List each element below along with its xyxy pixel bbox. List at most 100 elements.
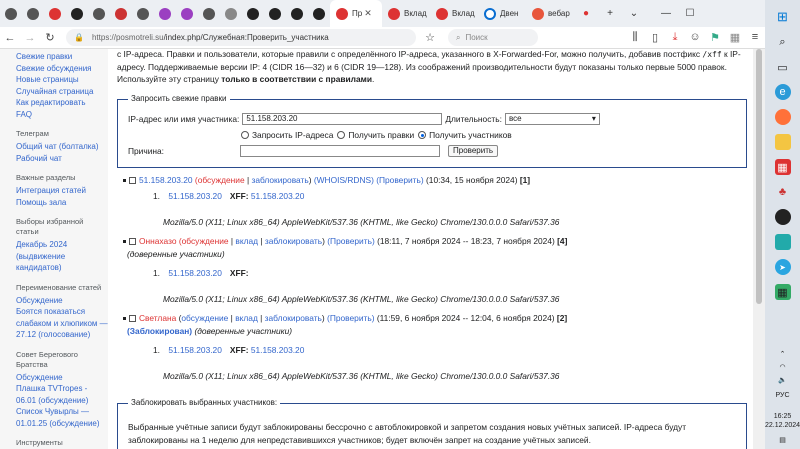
pinned-tab[interactable] (242, 0, 264, 27)
language-indicator[interactable]: РУС (775, 391, 789, 400)
bookmark-star-icon[interactable]: ☆ (420, 31, 440, 44)
extensions-icon[interactable]: ⚑ (705, 31, 725, 44)
tab-close-icon[interactable]: ✕ (364, 8, 372, 19)
select-checkbox[interactable] (129, 238, 136, 246)
sidebar-item[interactable]: Случайная страница (16, 86, 108, 98)
sidebar-toggle-icon[interactable]: ▯ (645, 31, 665, 44)
ip-link[interactable]: 51.158.203.20 (168, 268, 222, 278)
back-arrow-icon[interactable]: ← (0, 32, 20, 44)
radio-get-edits[interactable] (337, 131, 346, 139)
pinned-tab[interactable] (110, 0, 132, 27)
ip-link[interactable]: 51.158.203.20 (168, 345, 222, 355)
block-link[interactable]: заблокировать (265, 236, 322, 246)
sidebar-item[interactable]: Обсуждение (16, 295, 108, 307)
pinned-tab[interactable] (308, 0, 330, 27)
talk-link[interactable]: обсуждение (198, 175, 245, 185)
tab-active[interactable]: Пр ✕ (330, 0, 382, 27)
app-3-icon[interactable] (774, 234, 791, 250)
clock-time[interactable]: 16:25 (774, 412, 792, 421)
blocked-link[interactable]: (Заблокирован) (127, 326, 192, 336)
pinned-tab[interactable] (198, 0, 220, 27)
select-checkbox[interactable] (129, 177, 136, 185)
check-link[interactable]: (Проверить) (376, 175, 423, 185)
search-box[interactable]: ⌕ Поиск (448, 29, 538, 46)
tab-dven[interactable]: Двен (478, 0, 526, 27)
sidebar-item[interactable]: Боятся показаться слабаком и хлюпиком — … (16, 306, 108, 341)
pinned-tab[interactable] (0, 0, 22, 27)
app-2-icon[interactable] (774, 209, 791, 225)
account-icon[interactable]: ☺ (685, 31, 705, 44)
downloads-icon[interactable]: ⤓ (665, 31, 685, 44)
tab-overflow-red-icon[interactable]: ● (574, 8, 598, 19)
radio-get-ips[interactable] (241, 131, 249, 139)
edge-icon[interactable]: e (774, 84, 791, 100)
new-tab-button[interactable]: + (598, 8, 622, 19)
pinned-tab[interactable] (66, 0, 88, 27)
minimize-button[interactable]: — (654, 8, 678, 19)
xff-link[interactable]: 51.158.203.20 (251, 191, 305, 201)
xff-link[interactable]: 51.158.203.20 (251, 345, 305, 355)
extension-2-icon[interactable]: ▦ (725, 31, 745, 44)
check-link[interactable]: (Проверить) (327, 236, 374, 246)
sidebar-item[interactable]: FAQ (16, 109, 108, 121)
ip-input[interactable]: 51.158.203.20 (242, 113, 443, 125)
task-view-icon[interactable]: ▭ (775, 59, 791, 75)
app-icon[interactable]: ♣ (775, 184, 791, 200)
radio-get-users[interactable] (418, 131, 427, 139)
sidebar-item[interactable]: Общий чат (болталка) (16, 141, 108, 153)
sidebar-item[interactable]: Обсуждение (16, 372, 108, 384)
file-explorer-icon[interactable] (774, 134, 791, 150)
reason-input[interactable] (240, 145, 441, 157)
pinned-tab[interactable] (132, 0, 154, 27)
app-4-icon[interactable]: ▦ (774, 284, 791, 300)
telegram-icon[interactable]: ➤ (774, 259, 791, 275)
contrib-link[interactable]: вклад (235, 236, 258, 246)
user-link[interactable]: Оннахазо (139, 236, 176, 246)
tab-contributions-1[interactable]: Вклад (382, 0, 430, 27)
pinned-tab[interactable] (88, 0, 110, 27)
user-link[interactable]: Светлана (139, 313, 176, 323)
page-scrollbar[interactable] (753, 49, 765, 449)
duration-select[interactable]: все ▾ (504, 113, 600, 125)
library-icon[interactable]: ⫼ (625, 31, 645, 44)
network-icon[interactable]: ◠ (779, 363, 785, 372)
maximize-button[interactable]: ☐ (678, 8, 702, 19)
pinned-tab[interactable] (154, 0, 176, 27)
check-link[interactable]: (Проверить) (327, 313, 374, 323)
pinned-tab[interactable] (264, 0, 286, 27)
sidebar-item[interactable]: Интеграция статей (16, 185, 108, 197)
contrib-link[interactable]: вклад (235, 313, 258, 323)
sidebar-item[interactable]: Список Чувырлы — 01.01.25 (обсуждение) (16, 406, 108, 429)
pinned-tab[interactable] (22, 0, 44, 27)
ip-link[interactable]: 51.158.203.20 (168, 191, 222, 201)
menu-icon[interactable]: ≡ (745, 31, 765, 44)
sidebar-item[interactable]: Свежие правки (16, 51, 108, 63)
tab-webarchive[interactable]: вебар (526, 0, 574, 27)
store-icon[interactable]: ▦ (774, 159, 791, 175)
sidebar-item[interactable]: Как редактировать (16, 97, 108, 109)
pinned-tab[interactable] (176, 0, 198, 27)
firefox-icon[interactable] (774, 109, 791, 125)
windows-start-icon[interactable]: ⊞ (775, 9, 791, 25)
pinned-tab[interactable] (44, 0, 66, 27)
user-link[interactable]: 51.158.203.20 (139, 175, 193, 185)
submit-button[interactable]: Проверить (448, 145, 499, 157)
block-link[interactable]: заблокировать (265, 313, 322, 323)
forward-arrow-icon[interactable]: → (20, 32, 40, 44)
list-tabs-icon[interactable]: ⌄ (622, 8, 646, 19)
pinned-tab[interactable] (220, 0, 242, 27)
sidebar-item[interactable]: Плашка TVTropes - 06.01 (обсуждение) (16, 383, 108, 406)
sidebar-item[interactable]: Помощь зала (16, 197, 108, 209)
tray-overflow-icon[interactable]: ⌃ (780, 350, 786, 359)
whois-link[interactable]: (WHOIS/RDNS) (314, 175, 374, 185)
pinned-tab[interactable] (286, 0, 308, 27)
address-bar[interactable]: 🔒 https://posmotreli.su/index.php/Служеб… (66, 29, 416, 46)
search-icon[interactable]: ⌕ (775, 34, 791, 50)
clock-date[interactable]: 22.12.2024 (765, 421, 800, 430)
reload-icon[interactable]: ↻ (40, 31, 60, 44)
sidebar-item[interactable]: Свежие обсуждения (16, 63, 108, 75)
select-checkbox[interactable] (129, 315, 136, 323)
talk-link[interactable]: обсуждение (181, 313, 228, 323)
block-link[interactable]: заблокировать (251, 175, 308, 185)
notifications-icon[interactable]: ▤ (779, 436, 786, 445)
